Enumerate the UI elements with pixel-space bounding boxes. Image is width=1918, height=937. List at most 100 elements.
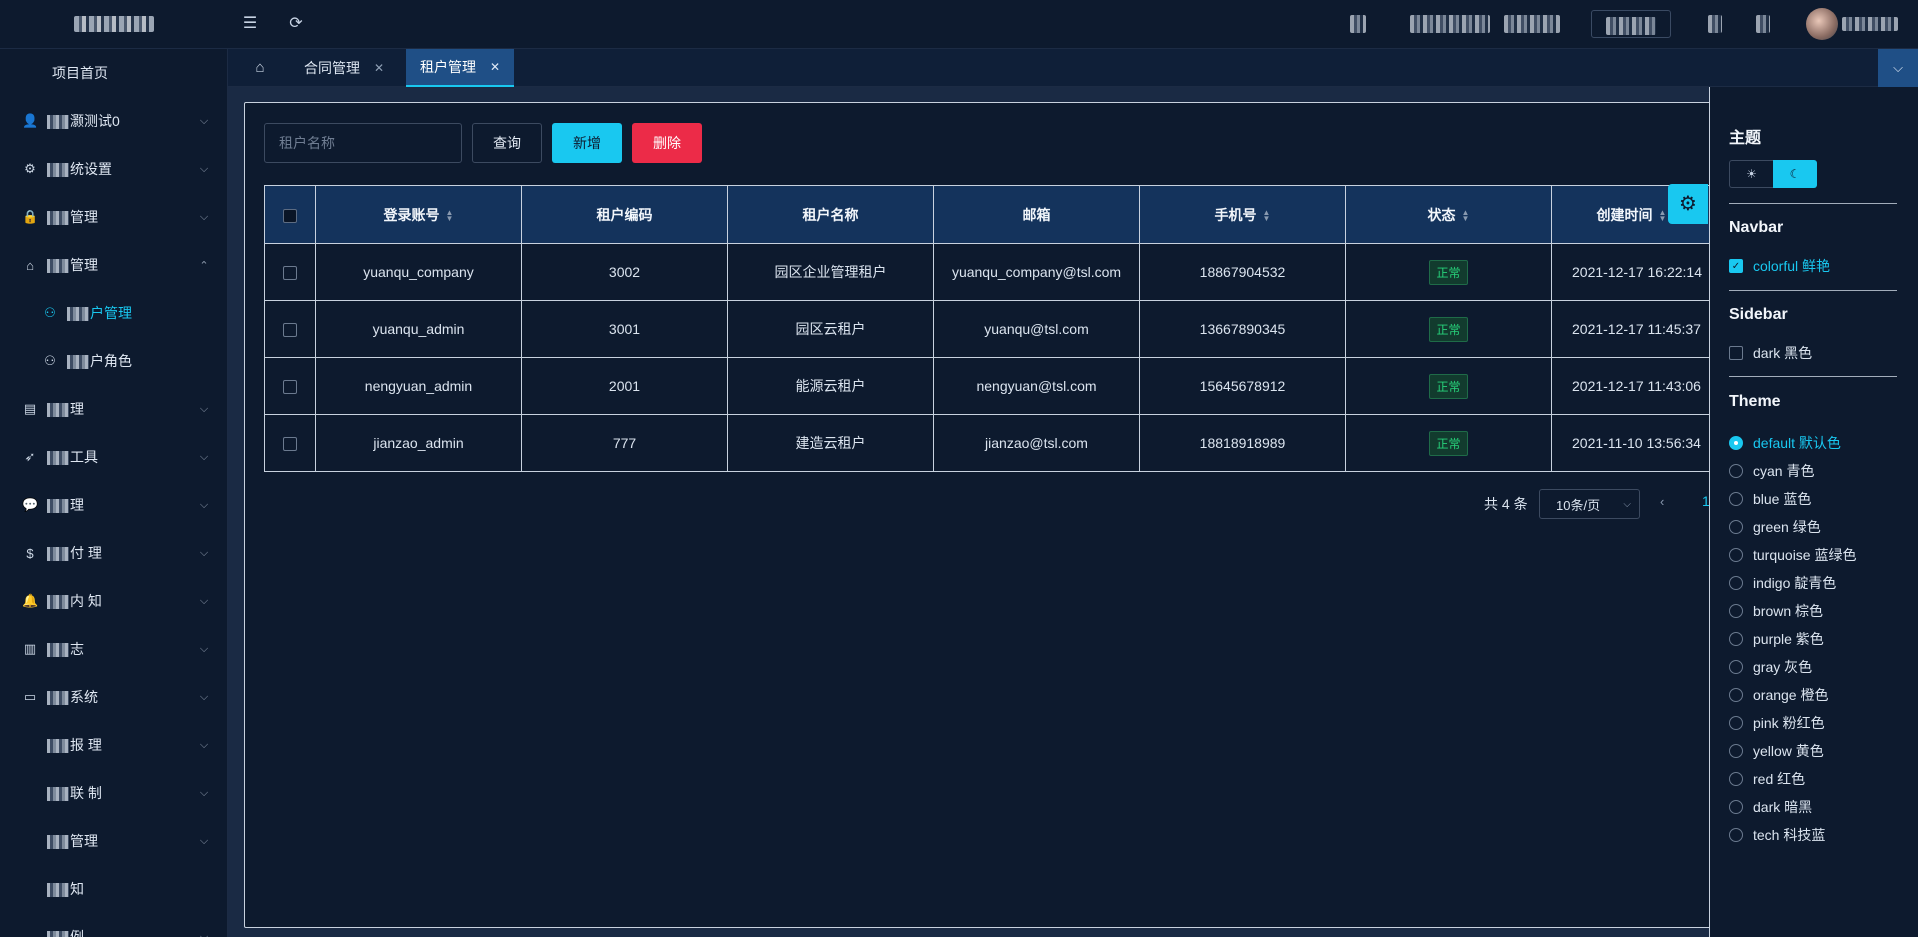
moon-icon[interactable]: ☾ bbox=[1773, 160, 1817, 188]
theme-radio[interactable]: dark 暗黑 bbox=[1729, 797, 1812, 817]
sidebar-item[interactable]: 知 bbox=[0, 869, 227, 909]
sidebar-item[interactable]: 🔒 管理 ⌵ bbox=[0, 197, 227, 237]
radio-dot bbox=[1729, 632, 1743, 646]
avatar[interactable] bbox=[1806, 8, 1838, 40]
table-row[interactable]: jianzao_admin 777 建造云租户 jianzao@tsl.com 1881… bbox=[264, 414, 1712, 472]
sidebar-item[interactable]: ▥ 志 ⌵ bbox=[0, 629, 227, 669]
theme-radio[interactable]: turquoise 蓝绿色 bbox=[1729, 545, 1856, 565]
theme-radio[interactable]: purple 紫色 bbox=[1729, 629, 1824, 649]
add-button[interactable]: 新增 bbox=[552, 123, 622, 163]
app-logo bbox=[74, 16, 154, 32]
column-header[interactable]: 手机号 ▲ ▼ bbox=[1139, 185, 1346, 244]
table-row[interactable]: nengyuan_admin 2001 能源云租户 nengyuan@tsl.com 1… bbox=[264, 357, 1712, 415]
sort-icon[interactable]: ▲ ▼ bbox=[446, 208, 454, 222]
theme-radio[interactable]: orange 橙色 bbox=[1729, 685, 1828, 705]
users-icon: ⚇ bbox=[44, 305, 56, 320]
table-cell: 18867904532 bbox=[1139, 243, 1346, 301]
sidebar-item[interactable]: 👤 灏测试0 ⌵ bbox=[0, 101, 227, 141]
sidebar-item[interactable]: 报 理 ⌵ bbox=[0, 725, 227, 765]
redacted-text bbox=[47, 499, 69, 514]
sidebar-item[interactable]: ⚇ 户管理 bbox=[0, 293, 227, 333]
navbar-blurred-item-1[interactable] bbox=[1410, 15, 1490, 33]
chevron-icon: ⌵ bbox=[199, 594, 209, 607]
dollar-icon: $ bbox=[26, 545, 34, 561]
sidebar-item[interactable]: ▭ 系统 ⌵ bbox=[0, 677, 227, 717]
sidebar-item[interactable]: 🔔 内 知 ⌵ bbox=[0, 581, 227, 621]
navbar-colorful-checkbox[interactable]: ✓ colorful 鲜艳 bbox=[1729, 256, 1830, 276]
close-icon[interactable]: ✕ bbox=[374, 61, 384, 75]
sidebar-item[interactable]: 💬 理 ⌵ bbox=[0, 485, 227, 525]
table-cell: yuanqu@tsl.com bbox=[933, 300, 1140, 358]
menu-fold-icon[interactable]: ☰ bbox=[240, 14, 260, 34]
label-text: 联 制 bbox=[70, 785, 102, 801]
theme-radio[interactable]: brown 棕色 bbox=[1729, 601, 1823, 621]
chevron-left-icon[interactable]: ‹ bbox=[1660, 494, 1664, 509]
label-text: 志 bbox=[70, 641, 84, 657]
sidebar-item[interactable]: ▤ 理 ⌵ bbox=[0, 389, 227, 429]
column-header[interactable]: 状态 ▲ ▼ bbox=[1345, 185, 1552, 244]
username[interactable] bbox=[1842, 17, 1898, 31]
sidebar-item[interactable]: ➶ 工具 ⌵ bbox=[0, 437, 227, 477]
label-text: 理 bbox=[70, 497, 84, 513]
theme-radio[interactable]: green 绿色 bbox=[1729, 517, 1821, 537]
settings-gear-icon[interactable]: ⚙ bbox=[1668, 184, 1708, 224]
row-checkbox[interactable] bbox=[283, 323, 297, 338]
navbar-blurred-icon-1[interactable] bbox=[1350, 15, 1366, 33]
navbar-blurred-item-2[interactable] bbox=[1504, 15, 1560, 33]
column-header[interactable]: 登录账号 ▲ ▼ bbox=[315, 185, 522, 244]
row-select-cell bbox=[264, 414, 316, 472]
table-row[interactable]: yuanqu_admin 3001 园区云租户 yuanqu@tsl.com 13667… bbox=[264, 300, 1712, 358]
query-button[interactable]: 查询 bbox=[472, 123, 542, 163]
sidebar-item-label: 户管理 bbox=[66, 303, 194, 323]
sidebar-item[interactable]: ⌂ 管理 ⌃ bbox=[0, 245, 227, 285]
row-checkbox[interactable] bbox=[283, 437, 297, 452]
theme-radio[interactable]: gray 灰色 bbox=[1729, 657, 1812, 677]
sidebar-item[interactable]: 项目首页 bbox=[0, 53, 227, 93]
sidebar-item[interactable]: 例 ⌵ bbox=[0, 917, 227, 937]
sidebar-item-label: 户角色 bbox=[66, 351, 194, 371]
navbar-blurred-box[interactable] bbox=[1591, 10, 1671, 38]
delete-button[interactable]: 删除 bbox=[632, 123, 702, 163]
theme-radio[interactable]: pink 粉红色 bbox=[1729, 713, 1825, 733]
chevron-icon: ⌵ bbox=[199, 690, 209, 703]
close-icon[interactable]: ✕ bbox=[490, 60, 500, 74]
tab-label: 租户管理 bbox=[420, 59, 476, 75]
table-cell: 3001 bbox=[521, 300, 728, 358]
chevron-down-icon[interactable]: ⌵ bbox=[1878, 49, 1918, 87]
theme-radio[interactable]: tech 科技蓝 bbox=[1729, 825, 1825, 845]
navbar-blurred-icon-2[interactable] bbox=[1708, 15, 1722, 33]
tenant-name-search-input[interactable] bbox=[264, 123, 462, 163]
table-cell: 建造云租户 bbox=[727, 414, 934, 472]
sidebar-item[interactable]: 联 制 ⌵ bbox=[0, 773, 227, 813]
theme-radio[interactable]: yellow 黄色 bbox=[1729, 741, 1824, 761]
sidebar-item[interactable]: $ 付 理 ⌵ bbox=[0, 533, 227, 573]
label-text: 户管理 bbox=[90, 305, 132, 321]
sort-icon[interactable]: ▲ ▼ bbox=[1659, 208, 1667, 222]
navbar-box-text bbox=[1606, 17, 1656, 35]
tab-tenant-management[interactable]: 租户管理 ✕ bbox=[406, 49, 515, 87]
sort-icon[interactable]: ▲ ▼ bbox=[1462, 208, 1470, 222]
theme-radio[interactable]: cyan 青色 bbox=[1729, 461, 1814, 481]
page-size-select[interactable]: 10条/页 ⌵ bbox=[1539, 489, 1640, 519]
table-row[interactable]: yuanqu_company 3002 园区企业管理租户 yuanqu_company… bbox=[264, 243, 1712, 301]
redacted-text bbox=[67, 355, 89, 370]
sidebar-dark-checkbox[interactable]: dark 黑色 bbox=[1729, 343, 1812, 363]
select-all-checkbox[interactable] bbox=[283, 208, 297, 223]
sidebar-item[interactable]: ⚇ 户角色 bbox=[0, 341, 227, 381]
theme-radio[interactable]: default 默认色 bbox=[1729, 433, 1841, 453]
theme-radio[interactable]: indigo 靛青色 bbox=[1729, 573, 1836, 593]
theme-radio[interactable]: red 红色 bbox=[1729, 769, 1805, 789]
navbar-blurred-icon-3[interactable] bbox=[1756, 15, 1770, 33]
sun-icon[interactable]: ☀ bbox=[1729, 160, 1773, 188]
sidebar-item[interactable]: ⚙ 统设置 ⌵ bbox=[0, 149, 227, 189]
tab-contract-management[interactable]: 合同管理 ✕ bbox=[290, 49, 398, 87]
sidebar-item[interactable]: 管理 ⌵ bbox=[0, 821, 227, 861]
refresh-icon[interactable]: ⟳ bbox=[286, 14, 306, 34]
row-checkbox[interactable] bbox=[283, 380, 297, 395]
theme-radio[interactable]: blue 蓝色 bbox=[1729, 489, 1811, 509]
redacted-text bbox=[47, 835, 69, 850]
sidebar-item-label: 例 bbox=[46, 927, 194, 937]
row-checkbox[interactable] bbox=[283, 266, 297, 281]
home-icon[interactable]: ⌂ bbox=[250, 58, 270, 78]
sort-icon[interactable]: ▲ ▼ bbox=[1263, 208, 1271, 222]
